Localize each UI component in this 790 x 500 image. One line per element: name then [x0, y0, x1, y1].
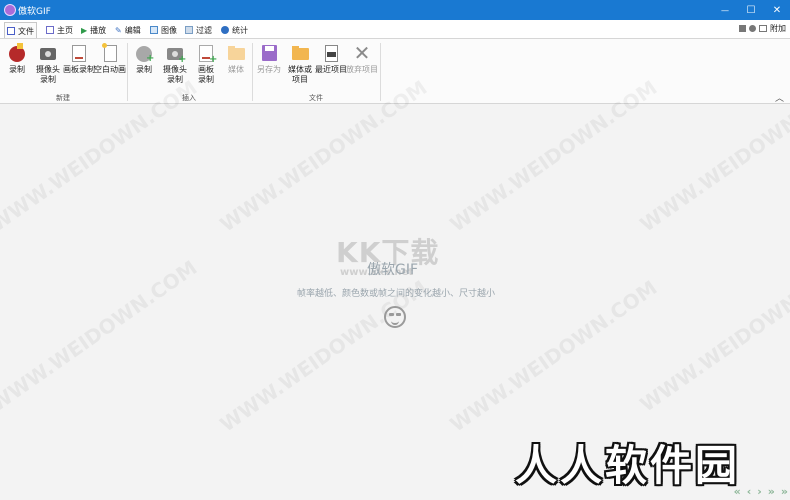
maximize-icon: ☐: [746, 4, 756, 16]
tab-label: 播放: [90, 25, 107, 35]
site-watermark: WWW.WEIDOWN.COM: [635, 255, 790, 417]
tab-stats[interactable]: 统计: [219, 23, 250, 37]
tab-home[interactable]: 主页: [44, 23, 75, 37]
open-media-project-button[interactable]: 媒体或 项目: [284, 43, 316, 85]
group-label-file: 文件: [309, 94, 323, 102]
discard-icon: ✕: [353, 41, 371, 65]
empty-state-tip: 帧率越低、颜色数或帧之间的变化越小、尺寸越小: [297, 289, 496, 299]
extras-button[interactable]: 附加: [770, 23, 786, 34]
tab-label: 文件: [18, 26, 34, 36]
minimize-icon: —: [721, 5, 729, 15]
chat-icon[interactable]: [749, 25, 756, 32]
new-board-record-button[interactable]: 画板录制: [63, 43, 95, 75]
save-as-button[interactable]: 另存为: [253, 43, 285, 75]
ribbon-divider: [380, 43, 381, 101]
menu-tabs: 文件 主页 ▶ 播放 ✎ 编辑 图像 过滤 统计 附加: [0, 20, 790, 39]
new-blank-animation-button[interactable]: 空白动画: [94, 43, 126, 75]
previous-frame-icon[interactable]: ‹: [747, 485, 752, 498]
next-frame-icon[interactable]: ›: [757, 485, 762, 498]
tab-edit[interactable]: ✎ 编辑: [113, 23, 143, 37]
site-watermark: WWW.WEIDOWN.COM: [215, 275, 432, 437]
record-icon: +: [134, 43, 154, 64]
button-label: 画板 录制: [198, 65, 214, 84]
brand-watermark: 人人软件园: [515, 441, 741, 490]
blank-page-icon: [100, 43, 120, 63]
site-watermark: WWW.WEIDOWN.COM: [445, 275, 662, 437]
button-label: 录制: [136, 65, 152, 74]
image-icon: [150, 26, 158, 34]
tab-label: 主页: [57, 25, 73, 35]
tab-label: 图像: [161, 25, 177, 35]
button-label: 放弃项目: [346, 65, 378, 74]
filter-icon: [185, 26, 193, 34]
maximize-button[interactable]: ☐: [738, 0, 764, 20]
record-icon: [7, 43, 27, 63]
new-webcam-record-button[interactable]: 摄像头 录制: [32, 43, 64, 85]
title-bar: 傲软GIF — ☐ ✕: [0, 0, 790, 20]
close-button[interactable]: ✕: [764, 0, 790, 20]
recent-file-icon: [321, 43, 341, 63]
button-label: 媒体: [228, 65, 244, 74]
new-record-button[interactable]: 录制: [1, 43, 33, 75]
first-frame-icon[interactable]: «: [734, 485, 741, 498]
app-icon: [4, 4, 16, 16]
button-label: 摄像头 录制: [36, 65, 60, 84]
camera-icon: [38, 43, 58, 63]
window-icon[interactable]: [759, 25, 767, 32]
camera-icon: +: [165, 43, 186, 65]
tab-label: 统计: [232, 25, 248, 35]
recent-projects-button[interactable]: 最近项目: [315, 43, 347, 75]
board-icon: +: [196, 43, 217, 65]
insert-media-button[interactable]: 媒体: [220, 43, 252, 75]
site-watermark: WWW.WEIDOWN.COM: [0, 255, 202, 417]
tab-file[interactable]: 文件: [4, 22, 37, 39]
button-label: 媒体或 项目: [288, 65, 312, 84]
button-label: 画板录制: [63, 65, 95, 74]
pencil-icon: ✎: [115, 25, 122, 35]
collapse-ribbon-icon[interactable]: ︿: [775, 91, 784, 104]
floppy-icon: [259, 43, 279, 63]
close-icon: ✕: [772, 4, 782, 16]
button-label: 录制: [9, 65, 25, 74]
info-icon: [221, 26, 229, 34]
button-label: 最近项目: [315, 65, 347, 74]
group-label-new: 新建: [56, 94, 70, 102]
home-icon: [46, 26, 54, 34]
tab-play[interactable]: ▶ 播放: [79, 23, 108, 37]
button-label: 空白动画: [94, 65, 126, 74]
discard-project-button[interactable]: ✕ 放弃项目: [346, 43, 378, 75]
minimize-button[interactable]: —: [712, 0, 738, 20]
tab-label: 过滤: [196, 25, 212, 35]
tab-filter[interactable]: 过滤: [183, 23, 214, 37]
button-label: 另存为: [257, 65, 281, 74]
insert-board-record-button[interactable]: + 画板 录制: [190, 43, 222, 85]
tab-label: 编辑: [124, 25, 141, 35]
save-icon: [7, 27, 15, 35]
play-icon: ▶: [81, 25, 88, 35]
empty-state-title: 傲软GIF: [367, 262, 419, 278]
window-title: 傲软GIF: [18, 7, 51, 17]
last-frame-icon[interactable]: »: [781, 485, 788, 498]
insert-record-button[interactable]: + 录制: [128, 43, 160, 75]
tab-image[interactable]: 图像: [148, 23, 179, 37]
folder-icon: [290, 43, 310, 63]
smiley-icon: [384, 306, 406, 328]
board-icon: [69, 43, 89, 63]
user-icon[interactable]: [739, 25, 746, 32]
extras-area: 附加: [739, 23, 786, 34]
frame-navigation: « ‹ › » »: [734, 485, 788, 498]
fast-forward-icon[interactable]: »: [768, 485, 775, 498]
folder-icon: [226, 43, 246, 63]
